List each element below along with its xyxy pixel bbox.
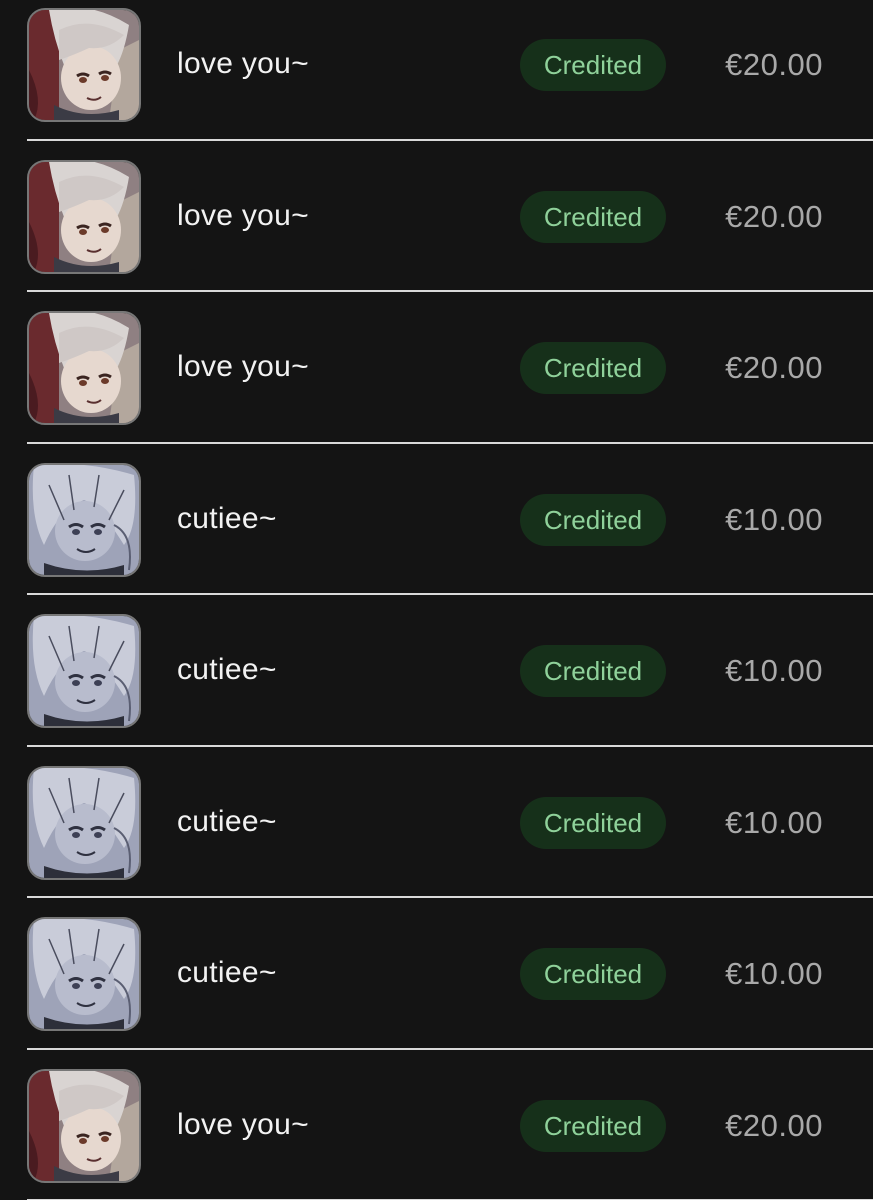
transaction-row[interactable]: cutiee~ Credited €10.00 bbox=[0, 747, 873, 898]
anime-girl-red-avatar bbox=[27, 311, 141, 425]
status-badge: Credited bbox=[520, 645, 666, 697]
transaction-row[interactable]: cutiee~ Credited €10.00 bbox=[0, 595, 873, 747]
transaction-amount: €10.00 bbox=[725, 956, 823, 991]
transaction-list: love you~ Credited €20.00 love you~ Cred… bbox=[0, 0, 873, 1200]
transaction-amount: €10.00 bbox=[725, 501, 823, 537]
transaction-title: cutiee~ bbox=[177, 804, 277, 838]
transaction-row[interactable]: love you~ Credited €20.00 bbox=[0, 141, 873, 292]
anime-girl-red-avatar bbox=[27, 1068, 141, 1183]
transaction-title: love you~ bbox=[177, 47, 309, 80]
status-badge: Credited bbox=[520, 948, 666, 1000]
transaction-amount: €10.00 bbox=[725, 653, 823, 688]
transaction-title: cutiee~ bbox=[177, 956, 277, 989]
anime-girl-blue-avatar bbox=[27, 614, 141, 728]
status-badge: Credited bbox=[520, 342, 666, 394]
status-badge: Credited bbox=[520, 1099, 666, 1152]
transaction-row[interactable]: cutiee~ Credited €10.00 bbox=[0, 444, 873, 595]
anime-girl-blue-avatar bbox=[27, 917, 141, 1031]
transaction-title: love you~ bbox=[177, 198, 309, 232]
anime-girl-red-avatar bbox=[27, 159, 141, 274]
anime-girl-red-avatar bbox=[27, 8, 141, 122]
status-badge: Credited bbox=[520, 493, 666, 546]
transaction-title: love you~ bbox=[177, 1107, 309, 1141]
status-badge: Credited bbox=[520, 796, 666, 849]
transaction-row[interactable]: love you~ Credited €20.00 bbox=[0, 292, 873, 444]
transaction-title: cutiee~ bbox=[177, 501, 277, 535]
transaction-row[interactable]: love you~ Credited €20.00 bbox=[0, 0, 873, 141]
transaction-row[interactable]: cutiee~ Credited €10.00 bbox=[0, 898, 873, 1050]
status-badge: Credited bbox=[520, 190, 666, 243]
transaction-amount: €10.00 bbox=[725, 804, 823, 840]
transaction-amount: €20.00 bbox=[725, 1107, 823, 1143]
transaction-amount: €20.00 bbox=[725, 198, 823, 234]
status-badge: Credited bbox=[520, 39, 666, 91]
transaction-amount: €20.00 bbox=[725, 350, 823, 385]
transaction-amount: €20.00 bbox=[725, 47, 823, 82]
anime-girl-blue-avatar bbox=[27, 765, 141, 880]
transaction-row[interactable]: love you~ Credited €20.00 bbox=[0, 1050, 873, 1200]
anime-girl-blue-avatar bbox=[27, 462, 141, 577]
transaction-title: love you~ bbox=[177, 350, 309, 383]
transaction-title: cutiee~ bbox=[177, 653, 277, 686]
